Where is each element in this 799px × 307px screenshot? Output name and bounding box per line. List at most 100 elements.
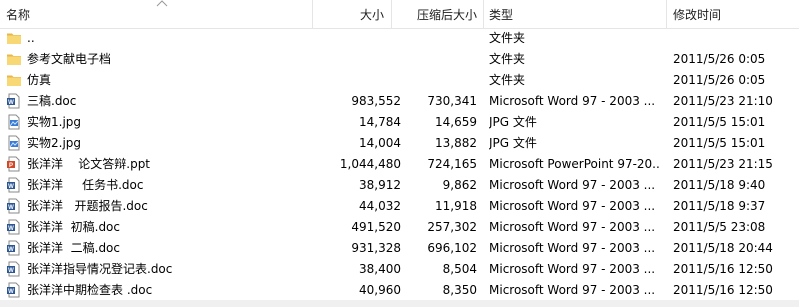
file-row[interactable]: W 张洋洋 二稿.doc 931,328 696,102 Microsoft Word … [0,238,799,259]
column-header-modified-label: 修改时间 [673,8,722,22]
file-name: 实物1.jpg [27,115,82,129]
file-name: 张洋洋 开题报告.doc [27,199,148,213]
file-type: Microsoft Word 97 - 2003 ... [489,241,656,255]
file-type: 文件夹 [489,31,526,45]
file-size: 38,400 [359,262,401,276]
file-row[interactable]: W 三稿.doc 983,552 730,341 Microsoft Word 97 -… [0,91,799,112]
file-size [314,28,401,49]
file-modified: 2011/5/18 20:44 [673,241,773,255]
file-size: 14,004 [359,136,401,150]
file-compressed-size: 730,341 [427,94,477,108]
file-size: 491,520 [351,220,401,234]
file-row[interactable]: W 张洋洋 开题报告.doc 44,032 11,918 Microsoft Word … [0,196,799,217]
file-compressed-size: 9,862 [442,178,477,192]
file-type: Microsoft Word 97 - 2003 ... [489,178,656,192]
file-compressed-size: 257,302 [427,220,477,234]
file-modified: 2011/5/23 21:15 [673,157,773,171]
word-doc-icon: W [6,198,22,214]
file-size [314,49,401,70]
file-type: 文件夹 [489,52,526,66]
file-compressed-size: 11,918 [435,199,477,213]
sort-ascending-icon [156,0,168,7]
file-compressed-size [406,28,477,49]
file-compressed-size [406,70,477,91]
file-name: 仿真 [27,73,52,87]
file-row[interactable]: W 张洋洋指导情况登记表.doc 38,400 8,504 Microsoft Word… [0,259,799,280]
horizontal-scrollbar[interactable] [0,300,799,307]
file-modified: 2011/5/5 15:01 [673,136,766,150]
svg-text:W: W [8,100,14,106]
jpg-image-icon [6,114,22,130]
file-size: 44,032 [359,199,401,213]
svg-text:P: P [9,163,13,169]
file-row[interactable]: 实物2.jpg 14,004 13,882 JPG 文件 2011/5/5 15:01 [0,133,799,154]
file-name: 三稿.doc [27,94,77,108]
column-divider[interactable] [312,0,313,28]
file-modified: 2011/5/5 15:01 [673,115,766,129]
file-modified: 2011/5/5 23:08 [673,220,766,234]
column-divider[interactable] [391,0,392,28]
file-modified [673,28,793,49]
column-header-name-label: 名称 [6,8,31,22]
column-header-type-label: 类型 [489,8,514,22]
file-type: JPG 文件 [489,115,537,129]
file-row[interactable]: W 张洋洋中期检查表 .doc 40,960 8,350 Microsoft Word … [0,280,799,301]
file-compressed-size [406,49,477,70]
svg-text:W: W [8,289,14,295]
file-modified: 2011/5/26 0:05 [673,52,766,66]
file-size: 1,044,480 [339,157,401,171]
column-header-size-label: 大小 [359,8,384,22]
column-divider[interactable] [483,0,484,28]
file-compressed-size: 8,504 [442,262,477,276]
file-size [314,70,401,91]
folder-icon [6,51,22,67]
file-name: 张洋洋 任务书.doc [27,178,144,192]
folder-icon [6,72,22,88]
file-row[interactable]: W 张洋洋 初稿.doc 491,520 257,302 Microsoft Word … [0,217,799,238]
file-type: 文件夹 [489,73,526,87]
column-divider[interactable] [666,0,667,28]
file-compressed-size: 13,882 [435,136,477,150]
file-type: Microsoft Word 97 - 2003 ... [489,199,656,213]
file-type: JPG 文件 [489,136,537,150]
file-type: Microsoft Word 97 - 2003 ... [489,94,656,108]
file-name: 实物2.jpg [27,136,82,150]
file-row[interactable]: 参考文献电子档 文件夹 2011/5/26 0:05 [0,49,799,70]
word-doc-icon: W [6,219,22,235]
file-modified: 2011/5/18 9:37 [673,199,766,213]
column-header-compressed-size[interactable]: 压缩后大小 [393,0,477,28]
file-modified: 2011/5/18 9:40 [673,178,766,192]
file-type: Microsoft Word 97 - 2003 ... [489,283,656,297]
file-row[interactable]: W 张洋洋 任务书.doc 38,912 9,862 Microsoft Word 97… [0,175,799,196]
file-modified: 2011/5/16 12:50 [673,262,773,276]
column-header-bar: 名称 大小 压缩后大小 类型 修改时间 [0,0,799,29]
file-size: 983,552 [351,94,401,108]
file-row[interactable]: 实物1.jpg 14,784 14,659 JPG 文件 2011/5/5 15:01 [0,112,799,133]
file-compressed-size: 8,350 [442,283,477,297]
file-name: .. [27,31,35,45]
file-name: 张洋洋中期检查表 .doc [27,283,153,297]
file-type: Microsoft Word 97 - 2003 ... [489,220,656,234]
column-header-name[interactable]: 名称 [6,0,306,28]
file-compressed-size: 696,102 [427,241,477,255]
file-type: Microsoft Word 97 - 2003 ... [489,262,656,276]
column-header-type[interactable]: 类型 [489,0,659,28]
file-name: 张洋洋指导情况登记表.doc [27,262,173,276]
file-row[interactable]: .. 文件夹 [0,28,799,49]
word-doc-icon: W [6,177,22,193]
file-name: 张洋洋 二稿.doc [27,241,121,255]
column-header-modified[interactable]: 修改时间 [673,0,793,28]
file-modified: 2011/5/26 0:05 [673,73,766,87]
file-name: 张洋洋 论文答辩.ppt [27,157,151,171]
file-modified: 2011/5/23 21:10 [673,94,773,108]
svg-text:W: W [8,226,14,232]
word-doc-icon: W [6,282,22,298]
svg-text:W: W [8,184,14,190]
file-row[interactable]: P 张洋洋 论文答辩.ppt 1,044,480 724,165 Microsoft P… [0,154,799,175]
file-row[interactable]: 仿真 文件夹 2011/5/26 0:05 [0,70,799,91]
file-compressed-size: 14,659 [435,115,477,129]
column-header-size[interactable]: 大小 [314,0,384,28]
word-doc-icon: W [6,240,22,256]
file-size: 931,328 [351,241,401,255]
file-size: 14,784 [359,115,401,129]
